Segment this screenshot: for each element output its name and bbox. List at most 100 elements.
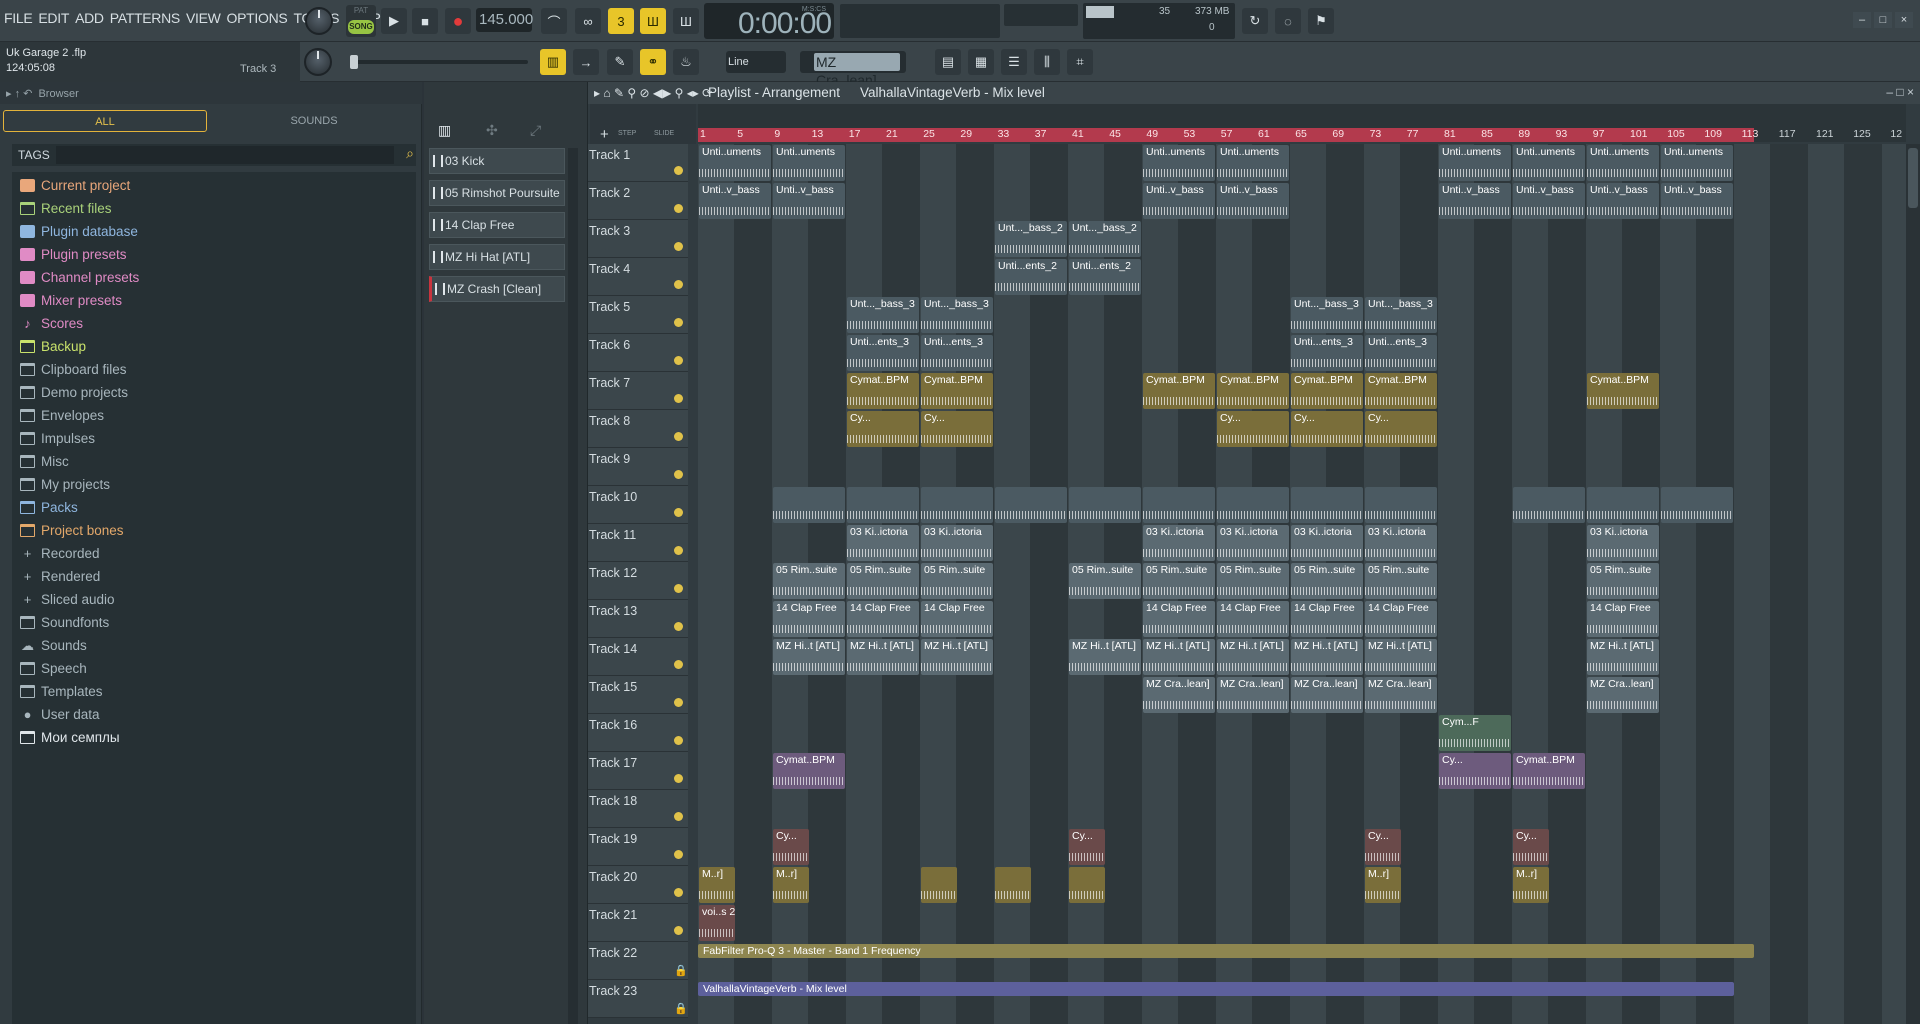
playlist-clip[interactable]: 14 Clap Free xyxy=(847,601,919,637)
track-header[interactable]: Track 14 xyxy=(588,638,688,676)
playlist-clip[interactable]: Unti..v_bass xyxy=(1439,183,1511,219)
picker-item[interactable]: 05 Rimshot Poursuite xyxy=(429,180,565,206)
playlist-clip[interactable]: Unt..._bass_3 xyxy=(1365,297,1437,333)
browser-item[interactable]: Recent files xyxy=(20,197,112,219)
playlist-clip[interactable]: Unti..uments xyxy=(1513,145,1585,181)
playlist-clip[interactable]: MZ Hi..t [ATL] xyxy=(921,639,993,675)
playlist-clip[interactable]: M..r] xyxy=(1513,867,1549,903)
playlist-clip[interactable]: voi..s 2 xyxy=(699,905,735,941)
browser-item[interactable]: Speech xyxy=(20,657,87,679)
playlist-clip[interactable]: Unti..uments xyxy=(1661,145,1733,181)
playlist-clip[interactable]: Unti..uments xyxy=(1217,145,1289,181)
playlist-clip[interactable]: 05 Rim..suite xyxy=(1365,563,1437,599)
playlist-clip[interactable]: M..r] xyxy=(773,867,809,903)
playlist-clip[interactable]: Cy... xyxy=(1291,411,1363,447)
track-header[interactable]: Track 11 xyxy=(588,524,688,562)
track-led-icon[interactable] xyxy=(674,926,683,935)
playlist-clip[interactable]: Cymat..BPM xyxy=(847,373,919,409)
track-led-icon[interactable] xyxy=(674,812,683,821)
menu-view[interactable]: VIEW xyxy=(186,10,221,26)
playlist-clip[interactable]: Unti..v_bass xyxy=(1661,183,1733,219)
picker-item[interactable]: MZ Crash [Clean] xyxy=(429,276,565,302)
playlist-clip[interactable]: 03 Ki..ictoria xyxy=(1365,525,1437,561)
track-header[interactable]: Track 15 xyxy=(588,676,688,714)
lock-icon[interactable]: 🔒 xyxy=(674,1002,688,1015)
timeline-ruler[interactable]: 1 5 9 13 17 21 25 29 33 37 41 45 49 53 57 61 65 69 73 77 81 8… xyxy=(698,128,1906,142)
track-led-icon[interactable] xyxy=(674,204,683,213)
playlist-icon[interactable]: ☰ xyxy=(1001,49,1027,75)
playlist-clip[interactable]: Unti...ents_3 xyxy=(921,335,993,371)
pat-song-toggle[interactable]: PAT SONG xyxy=(346,5,376,37)
playlist-clip[interactable]: MZ Cra..lean] xyxy=(1587,677,1659,713)
automation-clip[interactable]: FabFilter Pro-Q 3 - Master - Band 1 Freq… xyxy=(698,944,1754,958)
metronome-icon[interactable]: ⌒ xyxy=(541,8,567,34)
playlist-clip[interactable]: Unti..v_bass xyxy=(699,183,771,219)
playlist-clip[interactable]: Unti...ents_3 xyxy=(847,335,919,371)
browser-item[interactable]: Mixer presets xyxy=(20,289,122,311)
playlist-clip[interactable]: Unti...ents_2 xyxy=(995,259,1067,295)
playlist-clip[interactable]: Cy... xyxy=(1365,829,1401,865)
browser-item[interactable]: + Rendered xyxy=(20,565,101,587)
playlist-clip[interactable]: Cymat..BPM xyxy=(1217,373,1289,409)
slider-handle[interactable] xyxy=(350,55,358,69)
scroll-thumb[interactable] xyxy=(1908,148,1918,208)
picker-scrollbar[interactable] xyxy=(568,148,578,1024)
playlist-clip[interactable]: 05 Rim..suite xyxy=(1217,563,1289,599)
time-display[interactable]: 0:00:00 M:S:CS xyxy=(704,3,834,40)
playlist-clip[interactable]: 05 Rim..suite xyxy=(1069,563,1141,599)
arrow-icon[interactable]: → xyxy=(573,49,599,75)
main-pitch-knob[interactable] xyxy=(304,48,332,76)
playlist-clip[interactable]: 03 Ki..ictoria xyxy=(921,525,993,561)
track-led-icon[interactable] xyxy=(674,584,683,593)
playlist-clip[interactable]: MZ Hi..t [ATL] xyxy=(1291,639,1363,675)
playlist-clip[interactable]: 05 Rim..suite xyxy=(921,563,993,599)
playlist-clip[interactable]: Unti..uments xyxy=(699,145,771,181)
playlist-clip[interactable]: MZ Cra..lean] xyxy=(1291,677,1363,713)
link-icon[interactable]: ⚭ xyxy=(640,49,666,75)
playlist-clip[interactable]: 14 Clap Free xyxy=(1365,601,1437,637)
playlist-clip[interactable]: Unti...ents_2 xyxy=(1069,259,1141,295)
track-header[interactable]: Track 3 xyxy=(588,220,688,258)
menu-patterns[interactable]: PATTERNS xyxy=(110,10,181,26)
record-button[interactable]: ● xyxy=(445,8,471,34)
playlist-clip[interactable]: MZ Hi..t [ATL] xyxy=(1365,639,1437,675)
playlist-clip[interactable]: 14 Clap Free xyxy=(1587,601,1659,637)
automation-icon[interactable]: ⤢ xyxy=(530,122,541,139)
playlist-clip[interactable] xyxy=(995,867,1031,903)
track-header[interactable]: Track 12 xyxy=(588,562,688,600)
track-led-icon[interactable] xyxy=(674,242,683,251)
track-header[interactable]: Track 16 xyxy=(588,714,688,752)
playlist-clip[interactable]: Unt..._bass_2 xyxy=(995,221,1067,257)
arrangement-grid[interactable]: Unti..uments Unti..uments Unti..uments Unti… xyxy=(698,144,1906,1024)
track-header[interactable]: Track 18 xyxy=(588,790,688,828)
playlist-clip[interactable] xyxy=(847,487,919,523)
playlist-clip[interactable]: Cymat..BPM xyxy=(1291,373,1363,409)
playlist-clip[interactable]: Cymat..BPM xyxy=(773,753,845,789)
playlist-clip[interactable] xyxy=(1069,487,1141,523)
playlist-clip[interactable]: Cy... xyxy=(921,411,993,447)
playlist-clip[interactable]: Unt..._bass_3 xyxy=(1291,297,1363,333)
browser-item[interactable]: ♪ Scores xyxy=(20,312,83,334)
track-header[interactable]: Track 8 xyxy=(588,410,688,448)
track-header[interactable]: Track 7 xyxy=(588,372,688,410)
track-header[interactable]: Track 4 xyxy=(588,258,688,296)
browser-item[interactable]: My projects xyxy=(20,473,110,495)
automation-clip[interactable]: ValhallaVintageVerb - Mix level xyxy=(698,982,1734,996)
piano-roll-icon[interactable]: ▥ xyxy=(540,49,566,75)
countdown-icon[interactable]: 3 xyxy=(608,8,634,34)
picker-item[interactable]: 14 Clap Free xyxy=(429,212,565,238)
menu-add[interactable]: ADD xyxy=(75,10,104,26)
browser-item[interactable]: Packs xyxy=(20,496,78,518)
track-header[interactable]: Track 6 xyxy=(588,334,688,372)
browser-item[interactable]: Demo projects xyxy=(20,381,128,403)
playlist-clip[interactable]: Unti...ents_3 xyxy=(1365,335,1437,371)
audio-icon[interactable]: ✣ xyxy=(486,122,498,139)
playlist-clip[interactable]: M..r] xyxy=(1365,867,1401,903)
playlist-clip[interactable] xyxy=(1217,487,1289,523)
track-led-icon[interactable] xyxy=(674,698,683,707)
snap-select[interactable]: Line xyxy=(726,51,786,73)
playlist-clip[interactable]: Cy... xyxy=(773,829,809,865)
playlist-clip[interactable]: Cy... xyxy=(1217,411,1289,447)
playlist-clip[interactable]: 03 Ki..ictoria xyxy=(1587,525,1659,561)
track-led-icon[interactable] xyxy=(674,394,683,403)
